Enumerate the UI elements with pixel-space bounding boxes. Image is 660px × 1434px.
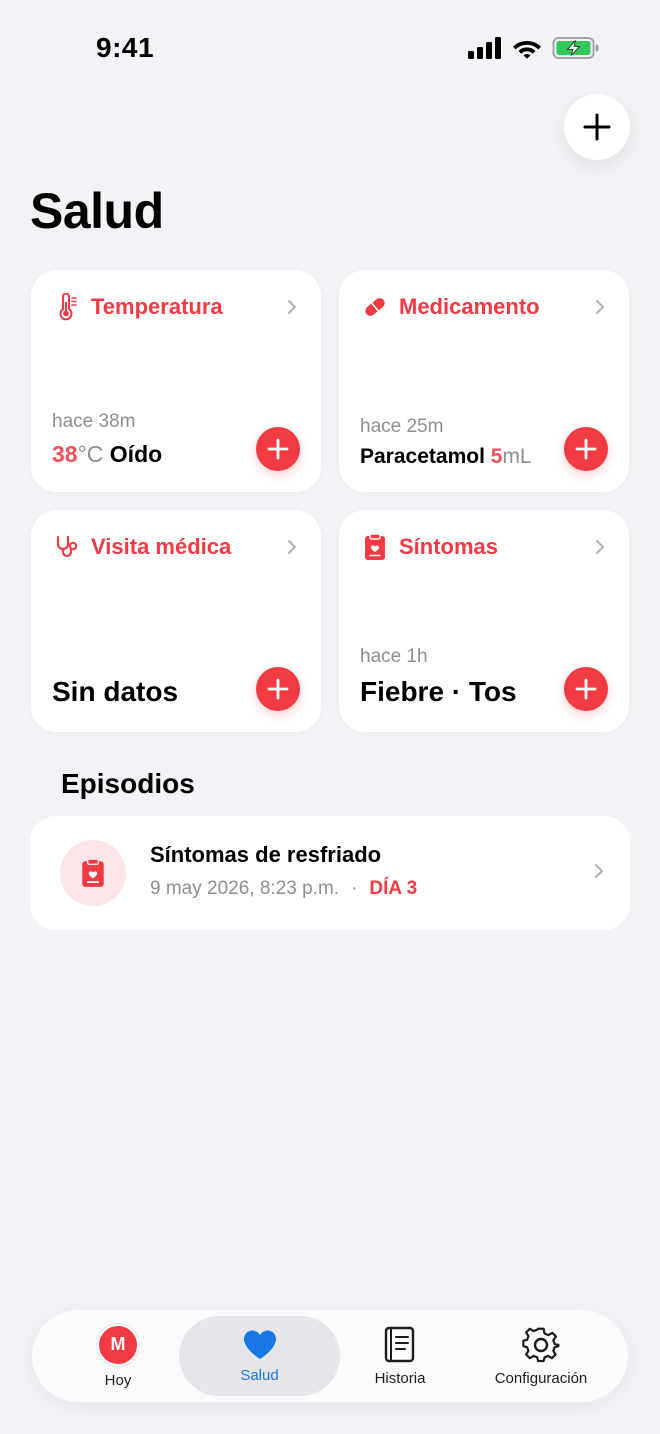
episodes-section-title: Episodios — [61, 768, 195, 799]
card-title: Temperatura — [91, 294, 223, 319]
chevron-right-icon — [285, 297, 299, 317]
card-last-updated: hace 38m — [52, 411, 136, 432]
card-last-updated: hace 1h — [360, 646, 428, 667]
tab-salud[interactable]: Salud — [179, 1316, 340, 1396]
tab-bar: M Hoy Salud Historia Configuración — [32, 1310, 628, 1402]
add-symptoms-button[interactable] — [564, 667, 608, 711]
symptoms-card[interactable]: Síntomas hace 1h Fiebre · Tos — [339, 510, 629, 732]
card-header: Visita médica — [53, 532, 299, 562]
temperature-unit: °C — [77, 441, 104, 467]
chevron-right-icon — [285, 537, 299, 557]
medication-amount: 5 — [490, 445, 503, 468]
plus-icon — [267, 438, 289, 460]
add-temperature-button[interactable] — [256, 427, 300, 471]
card-header: Temperatura — [53, 292, 299, 322]
episode-separator: · — [351, 878, 358, 899]
tab-configuracion[interactable]: Configuración — [468, 1316, 614, 1396]
episode-date: 9 may 2026, 8:23 p.m. — [150, 878, 340, 899]
page-title: Salud — [30, 183, 164, 239]
gear-icon — [522, 1327, 560, 1362]
medication-card[interactable]: Medicamento hace 25m Paracetamol 5mL — [339, 270, 629, 492]
battery-charging-icon — [552, 37, 599, 59]
clipboard-icon — [361, 533, 389, 561]
chevron-right-icon — [593, 297, 607, 317]
tab-label: Salud — [240, 1366, 279, 1384]
episode-list-item[interactable]: Síntomas de resfriado 9 may 2026, 8:23 p… — [30, 816, 630, 930]
avatar: M — [97, 1323, 139, 1366]
card-header: Síntomas — [361, 532, 607, 562]
episode-subtitle: 9 may 2026, 8:23 p.m. · DÍA 3 — [150, 878, 417, 900]
status-icons — [468, 36, 600, 60]
tab-label: Hoy — [104, 1371, 132, 1389]
medication-name: Paracetamol — [360, 445, 485, 468]
thermometer-icon — [53, 293, 81, 321]
plus-icon — [583, 113, 611, 141]
tab-label: Configuración — [494, 1369, 588, 1387]
chevron-right-icon — [594, 863, 604, 884]
card-header: Medicamento — [361, 292, 607, 322]
tab-label: Historia — [374, 1369, 426, 1387]
add-entry-button[interactable] — [564, 94, 630, 160]
pill-icon — [361, 293, 389, 321]
card-title: Visita médica — [91, 534, 232, 559]
heart-icon — [243, 1330, 276, 1359]
episode-day-badge: DÍA 3 — [369, 878, 418, 899]
status-bar: 9:41 — [0, 0, 660, 100]
tab-hoy[interactable]: M Hoy — [46, 1316, 190, 1396]
cellular-signal-icon — [468, 37, 501, 59]
card-value: Paracetamol 5mL — [360, 445, 532, 469]
temperature-card[interactable]: Temperatura hace 38m 38°C Oído — [31, 270, 321, 492]
chevron-right-icon — [593, 537, 607, 557]
plus-icon — [575, 678, 597, 700]
add-medical-visit-button[interactable] — [256, 667, 300, 711]
episode-clipboard-icon — [60, 840, 126, 906]
wifi-icon — [513, 41, 541, 59]
card-value: Sin datos — [52, 676, 179, 707]
plus-icon — [267, 678, 289, 700]
clock: 9:41 — [96, 32, 155, 63]
episode-title: Síntomas de resfriado — [150, 842, 382, 867]
medication-unit: mL — [502, 445, 532, 468]
stethoscope-icon — [53, 533, 81, 561]
plus-icon — [575, 438, 597, 460]
add-medication-button[interactable] — [564, 427, 608, 471]
card-last-updated: hace 25m — [360, 416, 444, 437]
medical-visit-card[interactable]: Visita médica Sin datos — [31, 510, 321, 732]
temperature-site: Oído — [109, 441, 163, 467]
tab-historia[interactable]: Historia — [328, 1316, 472, 1396]
card-value: Fiebre · Tos — [360, 676, 517, 707]
card-title: Medicamento — [399, 294, 540, 319]
card-value: 38°C Oído — [52, 441, 162, 468]
card-title: Síntomas — [399, 534, 499, 559]
temperature-number: 38 — [52, 441, 78, 467]
notebook-icon — [384, 1326, 415, 1362]
